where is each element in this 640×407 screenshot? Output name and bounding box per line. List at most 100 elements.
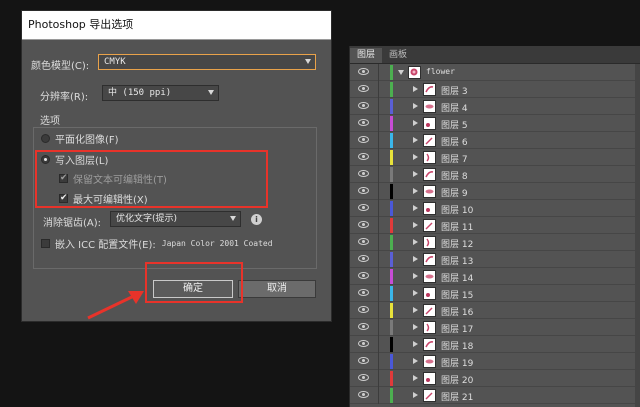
chevron-right-icon[interactable] [413, 137, 418, 143]
layer-name: 图层 20 [441, 376, 474, 386]
chevron-right-icon[interactable] [413, 222, 418, 228]
layer-color-swatch [390, 303, 393, 318]
chevron-right-icon[interactable] [413, 358, 418, 364]
layer-row[interactable]: 图层 19 [350, 353, 640, 370]
eye-icon[interactable] [358, 204, 369, 211]
chevron-right-icon[interactable] [413, 392, 418, 398]
chevron-right-icon[interactable] [413, 273, 418, 279]
layer-row[interactable]: 图层 6 [350, 132, 640, 149]
chevron-right-icon[interactable] [413, 256, 418, 262]
layer-thumbnail [423, 372, 436, 385]
layer-name: 图层 12 [441, 240, 474, 250]
embed-icc-checkbox[interactable] [41, 239, 50, 248]
layer-row[interactable]: 图层 9 [350, 183, 640, 200]
column-divider [378, 64, 379, 81]
annotation-arrow-icon [87, 291, 144, 320]
layer-color-swatch [390, 99, 393, 114]
layer-thumbnail [423, 270, 436, 283]
info-icon[interactable]: i [251, 214, 262, 225]
eye-icon[interactable] [358, 153, 369, 160]
layer-row[interactable]: 图层 3 [350, 81, 640, 98]
layer-row[interactable]: 图层 12 [350, 234, 640, 251]
cancel-button[interactable]: 取消 [238, 280, 316, 298]
tab-layers[interactable]: 图层 [350, 48, 383, 63]
layer-row[interactable]: 图层 5 [350, 115, 640, 132]
chevron-right-icon[interactable] [413, 341, 418, 347]
antialias-value: 优化文字(提示) [116, 214, 178, 224]
layer-row[interactable]: 图层 4 [350, 98, 640, 115]
flatten-label: 平面化图像(F) [55, 135, 119, 146]
chevron-right-icon[interactable] [413, 307, 418, 313]
layer-thumbnail [423, 151, 436, 164]
layers-panel: 图层 画板 flower 图层 3 图层 4 图层 5 图层 6 图层 7 图层 8 图层 … [349, 46, 640, 407]
chevron-right-icon[interactable] [413, 171, 418, 177]
layer-thumbnail [423, 287, 436, 300]
chevron-right-icon[interactable] [413, 290, 418, 296]
layer-color-swatch [390, 337, 393, 352]
layer-row[interactable]: 图层 8 [350, 166, 640, 183]
flatten-radio[interactable] [41, 134, 50, 143]
resolution-select[interactable]: 中 (150 ppi) [102, 85, 219, 101]
layer-name: 图层 11 [441, 223, 474, 233]
column-divider [378, 183, 379, 200]
eye-icon[interactable] [358, 391, 369, 398]
eye-icon[interactable] [358, 136, 369, 143]
eye-icon[interactable] [358, 289, 369, 296]
antialias-select[interactable]: 优化文字(提示) [110, 211, 241, 227]
layer-thumbnail [423, 321, 436, 334]
column-divider [378, 387, 379, 404]
eye-icon[interactable] [358, 85, 369, 92]
eye-icon[interactable] [358, 187, 369, 194]
chevron-right-icon[interactable] [413, 188, 418, 194]
resolution-label: 分辨率(R): [40, 92, 89, 103]
chevron-right-icon[interactable] [413, 205, 418, 211]
eye-icon[interactable] [358, 255, 369, 262]
layer-row[interactable]: 图层 17 [350, 319, 640, 336]
layer-row-flower[interactable]: flower [350, 64, 640, 81]
layer-row[interactable]: 图层 7 [350, 149, 640, 166]
chevron-right-icon[interactable] [413, 239, 418, 245]
embed-icc-option[interactable]: 嵌入 ICC 配置文件(E): Japan Color 2001 Coated [41, 236, 273, 251]
eye-icon[interactable] [358, 357, 369, 364]
chevron-right-icon[interactable] [413, 154, 418, 160]
layer-row[interactable]: 图层 13 [350, 251, 640, 268]
scrollbar[interactable] [635, 64, 640, 407]
tab-artboards[interactable]: 画板 [382, 48, 414, 63]
chevron-down-icon[interactable] [398, 70, 404, 75]
chevron-right-icon[interactable] [413, 120, 418, 126]
column-divider [378, 268, 379, 285]
eye-icon[interactable] [358, 306, 369, 313]
resolution-value: 中 (150 ppi) [108, 88, 172, 98]
layer-row[interactable]: 图层 16 [350, 302, 640, 319]
layer-row[interactable]: 图层 14 [350, 268, 640, 285]
layer-row[interactable]: 图层 11 [350, 217, 640, 234]
icc-profile-name: Japan Color 2001 Coated [161, 239, 273, 248]
layer-row[interactable]: 图层 10 [350, 200, 640, 217]
chevron-down-icon [230, 216, 236, 221]
layer-row[interactable]: 图层 21 [350, 387, 640, 404]
eye-icon[interactable] [358, 238, 369, 245]
eye-icon[interactable] [358, 102, 369, 109]
layer-color-swatch [390, 235, 393, 250]
eye-icon[interactable] [358, 170, 369, 177]
eye-icon[interactable] [358, 323, 369, 330]
chevron-right-icon[interactable] [413, 86, 418, 92]
chevron-right-icon[interactable] [413, 103, 418, 109]
eye-icon[interactable] [358, 374, 369, 381]
chevron-right-icon[interactable] [413, 375, 418, 381]
layer-thumbnail [423, 219, 436, 232]
layer-name: 图层 19 [441, 359, 474, 369]
layer-row[interactable]: 图层 15 [350, 285, 640, 302]
eye-icon[interactable] [358, 68, 369, 75]
eye-icon[interactable] [358, 272, 369, 279]
eye-icon[interactable] [358, 221, 369, 228]
layer-row[interactable]: 图层 18 [350, 336, 640, 353]
flatten-image-option[interactable]: 平面化图像(F) [41, 131, 119, 146]
layer-name: 图层 10 [441, 206, 474, 216]
layer-name: 图层 17 [441, 325, 474, 335]
layer-row[interactable]: 图层 20 [350, 370, 640, 387]
chevron-right-icon[interactable] [413, 324, 418, 330]
eye-icon[interactable] [358, 119, 369, 126]
color-model-select[interactable]: CMYK [98, 54, 316, 70]
eye-icon[interactable] [358, 340, 369, 347]
